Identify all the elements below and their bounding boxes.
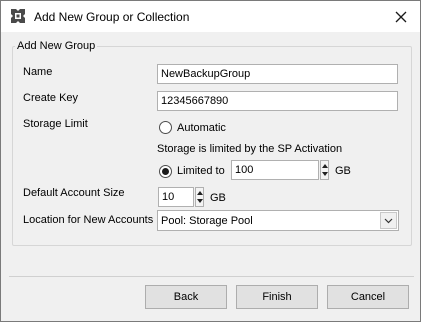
create-key-field[interactable]: 12345667890 bbox=[157, 91, 398, 111]
limited-to-radio[interactable] bbox=[159, 165, 172, 178]
cancel-button[interactable]: Cancel bbox=[327, 285, 409, 309]
finish-button[interactable]: Finish bbox=[236, 285, 318, 309]
automatic-label: Automatic bbox=[177, 122, 226, 134]
location-select[interactable]: Pool: Storage Pool bbox=[157, 210, 399, 231]
create-key-label: Create Key bbox=[23, 92, 79, 104]
spin-down-icon[interactable] bbox=[322, 172, 328, 176]
storage-limit-label: Storage Limit bbox=[23, 118, 88, 130]
back-button[interactable]: Back bbox=[145, 285, 227, 309]
chevron-down-icon[interactable] bbox=[380, 212, 397, 229]
title-bar: Add New Group or Collection bbox=[1, 1, 420, 32]
gear-app-icon bbox=[10, 8, 26, 24]
location-value: Pool: Storage Pool bbox=[161, 215, 253, 227]
default-account-size-unit: GB bbox=[210, 192, 226, 204]
spin-up-icon[interactable] bbox=[322, 164, 328, 168]
dialog-body: Add New Group Name NewBackupGroup Create… bbox=[1, 32, 420, 277]
default-account-size-field[interactable]: 10 bbox=[158, 187, 194, 207]
group-legend: Add New Group bbox=[15, 40, 98, 52]
automatic-radio[interactable] bbox=[159, 121, 172, 134]
window-title: Add New Group or Collection bbox=[34, 10, 190, 24]
location-label: Location for New Accounts bbox=[23, 214, 154, 226]
storage-note: Storage is limited by the SP Activation bbox=[157, 143, 343, 155]
button-bar: Back Finish Cancel bbox=[1, 277, 420, 321]
limited-to-field[interactable]: 100 bbox=[231, 160, 319, 180]
name-field[interactable]: NewBackupGroup bbox=[157, 64, 398, 84]
limited-to-spinner[interactable] bbox=[320, 160, 329, 180]
add-group-dialog: Add New Group or Collection Add New Grou… bbox=[0, 0, 421, 322]
close-icon[interactable] bbox=[390, 6, 412, 28]
limited-to-label: Limited to bbox=[177, 165, 225, 177]
default-account-size-spinner[interactable] bbox=[195, 187, 204, 207]
spin-down-icon[interactable] bbox=[197, 199, 203, 203]
limited-to-unit: GB bbox=[335, 165, 351, 177]
name-label: Name bbox=[23, 66, 53, 78]
spin-up-icon[interactable] bbox=[197, 191, 203, 195]
default-account-size-label: Default Account Size bbox=[23, 187, 125, 199]
